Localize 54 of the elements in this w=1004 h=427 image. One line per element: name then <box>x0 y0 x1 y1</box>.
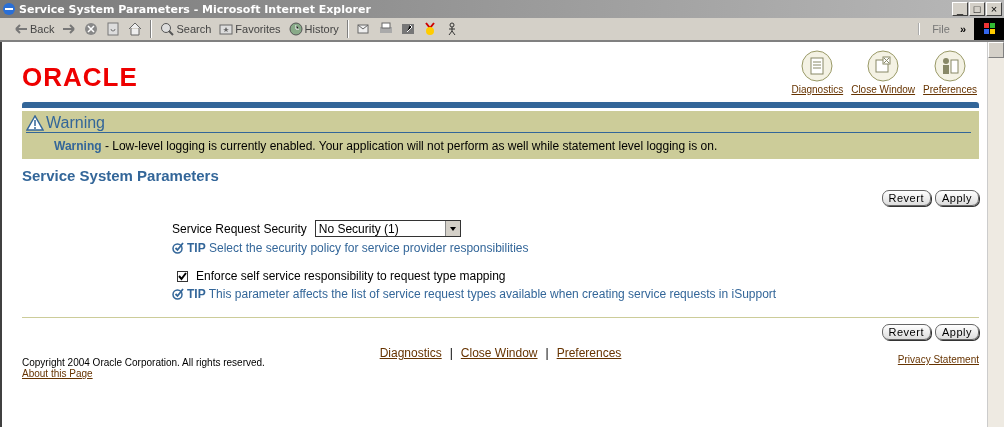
revert-button[interactable]: Revert <box>881 324 931 340</box>
scrollbar[interactable] <box>987 42 1004 427</box>
document-icon <box>801 50 834 82</box>
footer-link[interactable]: Preferences <box>556 346 622 360</box>
footer-link[interactable]: Close Window <box>460 346 538 360</box>
global-link[interactable]: Close Window <box>851 50 916 95</box>
printer-icon[interactable] <box>378 22 393 36</box>
stop-icon[interactable] <box>84 22 99 36</box>
edit-icon[interactable] <box>400 22 415 36</box>
tip-text: TIP This parameter affects the list of service request types available when creating service requests in iSupport <box>187 287 777 301</box>
footer-link[interactable]: Diagnostics <box>379 346 442 360</box>
global-link-label[interactable]: Close Window <box>851 84 916 95</box>
person-settings-icon <box>934 50 967 82</box>
back-arrow-icon <box>14 22 28 36</box>
close-button[interactable]: × <box>986 2 1002 16</box>
checkbox[interactable] <box>177 270 188 282</box>
back-toolbar-button[interactable]: Back <box>14 22 55 36</box>
section-title: Service System Parameters <box>22 167 220 184</box>
check-circle-icon <box>172 242 184 254</box>
more-chevron[interactable]: » <box>959 23 966 35</box>
global-link-label[interactable]: Diagnostics <box>791 84 844 95</box>
checkbox-label: Enforce self service responsibility to request type mapping <box>196 269 506 283</box>
link-separator: | <box>449 346 453 360</box>
link-separator: | <box>545 346 549 360</box>
oracle-logo: ORACLE <box>22 62 138 93</box>
mail-icon[interactable] <box>356 22 371 36</box>
copyright-text: Copyright 2004 Oracle Corporation. All rights reserved. <box>22 357 265 368</box>
search-icon <box>160 22 175 36</box>
minimize-button[interactable]: _ <box>952 2 968 16</box>
field-label: Service Request Security <box>172 221 307 236</box>
security-dropdown[interactable]: No Security (1) <box>314 220 461 237</box>
history-toolbar-button[interactable]: History <box>288 22 339 36</box>
check-circle-icon <box>172 288 184 300</box>
close-window-icon <box>867 50 900 82</box>
window-title: Service System Parameters - Microsoft Internet Explorer <box>19 2 372 16</box>
about-page-link[interactable]: About this Page <box>22 368 265 379</box>
maximize-button[interactable]: □ <box>969 2 985 16</box>
favorites-toolbar-button[interactable]: Favorites <box>219 22 281 36</box>
star-folder-icon <box>219 22 234 36</box>
apply-button[interactable]: Apply <box>934 324 979 340</box>
warning-title: Warning <box>46 114 105 132</box>
global-link-label[interactable]: Preferences <box>923 84 977 95</box>
home-icon[interactable] <box>128 22 143 36</box>
search-toolbar-button[interactable]: Search <box>160 22 212 36</box>
smiley-medal-icon[interactable] <box>422 22 437 36</box>
warning-message: Warning - Low-level logging is currently enabled. Your application will not perform as well while statement level logging is on. <box>54 139 719 153</box>
global-link[interactable]: Preferences <box>923 50 977 95</box>
apply-button[interactable]: Apply <box>934 190 979 206</box>
revert-button[interactable]: Revert <box>881 190 931 206</box>
globe-clock-icon <box>288 22 303 36</box>
tip-text: TIP Select the security policy for service provider responsibilities <box>187 241 529 255</box>
global-link[interactable]: Diagnostics <box>791 50 844 95</box>
forward-arrow-icon[interactable] <box>62 22 77 36</box>
privacy-link[interactable]: Privacy Statement <box>897 354 979 365</box>
